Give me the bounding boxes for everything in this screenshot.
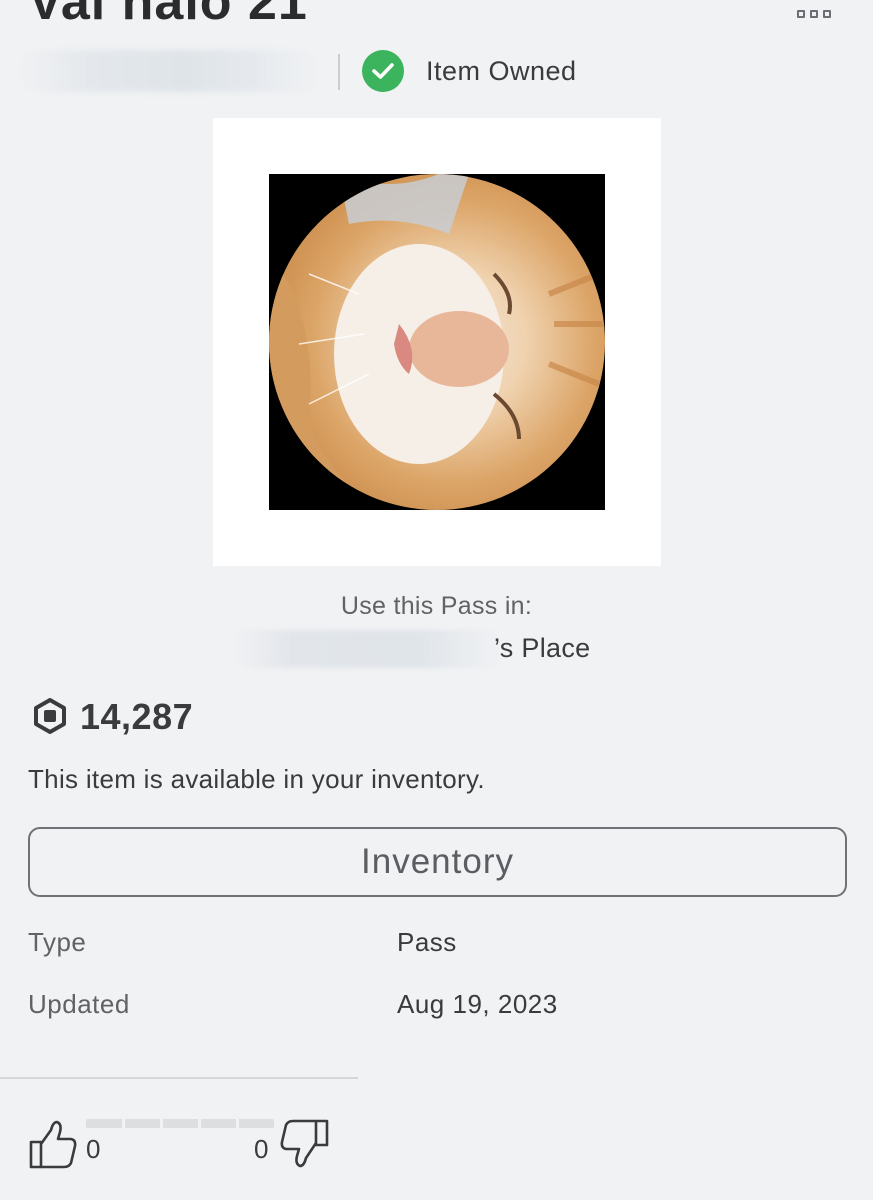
place-name-redacted[interactable] — [232, 630, 502, 668]
item-thumbnail-image — [269, 174, 605, 510]
item-thumbnail-card — [213, 118, 661, 566]
availability-text: This item is available in your inventory… — [28, 764, 485, 794]
item-owned-label: Item Owned — [426, 56, 577, 86]
item-price: 14,287 — [80, 696, 194, 737]
more-dot-icon — [810, 10, 818, 18]
check-circle-icon — [362, 50, 404, 92]
thumbs-down-icon[interactable] — [278, 1118, 330, 1170]
updated-label: Updated — [28, 989, 130, 1019]
inventory-button[interactable]: Inventory — [28, 827, 847, 897]
updated-value: Aug 19, 2023 — [397, 989, 558, 1019]
more-options-button[interactable] — [790, 4, 838, 24]
section-divider — [0, 1077, 358, 1079]
type-value: Pass — [397, 927, 457, 957]
downvote-count: 0 — [254, 1134, 269, 1164]
creator-name-redacted[interactable] — [20, 50, 320, 92]
vote-ratio-bar — [86, 1119, 274, 1128]
place-name-suffix[interactable]: ’s Place — [494, 633, 590, 664]
more-dot-icon — [797, 10, 805, 18]
upvote-count: 0 — [86, 1134, 101, 1164]
thumbs-up-icon[interactable] — [28, 1118, 78, 1170]
more-dot-icon — [823, 10, 831, 18]
robux-icon — [32, 698, 68, 734]
item-title: Val halo 21 — [28, 0, 308, 31]
use-pass-in-label: Use this Pass in: — [340, 592, 533, 620]
header-divider — [338, 54, 340, 90]
type-label: Type — [28, 927, 87, 957]
